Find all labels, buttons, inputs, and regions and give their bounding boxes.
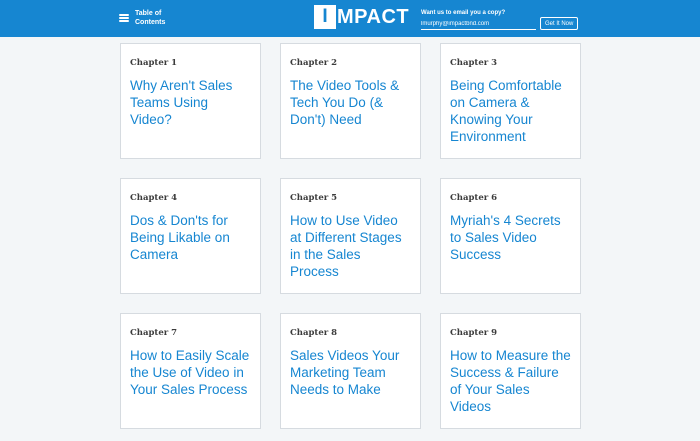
email-input[interactable]: [421, 18, 536, 30]
chapter-title[interactable]: Myriah's 4 Secrets to Sales Video Succes…: [450, 212, 571, 263]
chapter-card-1[interactable]: Chapter 1 Why Aren't Sales Teams Using V…: [120, 43, 261, 159]
impact-logo[interactable]: I MPACT: [314, 5, 409, 29]
chapter-title[interactable]: Why Aren't Sales Teams Using Video?: [130, 77, 251, 128]
chapter-card-3[interactable]: Chapter 3 Being Comfortable on Camera & …: [440, 43, 581, 159]
chapter-label: Chapter 1: [130, 58, 178, 68]
chapter-card-8[interactable]: Chapter 8 Sales Videos Your Marketing Te…: [280, 313, 421, 429]
chapter-card-7[interactable]: Chapter 7 How to Easily Scale the Use of…: [120, 313, 261, 429]
chapter-label: Chapter 4: [130, 193, 178, 203]
chapter-title[interactable]: How to Easily Scale the Use of Video in …: [130, 347, 251, 398]
chapter-label: Chapter 7: [130, 328, 178, 338]
chapter-title[interactable]: How to Measure the Success & Failure of …: [450, 347, 571, 415]
chapter-label: Chapter 5: [290, 193, 338, 203]
chapter-card-2[interactable]: Chapter 2 The Video Tools & Tech You Do …: [280, 43, 421, 159]
chapter-title[interactable]: Dos & Don'ts for Being Likable on Camera: [130, 212, 251, 263]
table-of-contents-label: Table of Contents: [135, 10, 166, 26]
chapter-label: Chapter 8: [290, 328, 338, 338]
chapter-label: Chapter 9: [450, 328, 498, 338]
hamburger-menu-icon: [119, 14, 129, 22]
chapter-label: Chapter 2: [290, 58, 338, 68]
email-row: Get It Now: [421, 17, 581, 30]
chapter-grid: Chapter 1 Why Aren't Sales Teams Using V…: [120, 43, 581, 429]
top-bar: Table of Contents I MPACT Want us to ema…: [0, 0, 700, 37]
email-copy-form: Want us to email you a copy? Get It Now: [421, 9, 581, 30]
chapter-card-5[interactable]: Chapter 5 How to Use Video at Different …: [280, 178, 421, 294]
chapter-title[interactable]: The Video Tools & Tech You Do (& Don't) …: [290, 77, 411, 128]
chapter-card-9[interactable]: Chapter 9 How to Measure the Success & F…: [440, 313, 581, 429]
logo-mark: I: [314, 5, 336, 29]
logo-wordmark: MPACT: [337, 5, 410, 28]
chapter-card-4[interactable]: Chapter 4 Dos & Don'ts for Being Likable…: [120, 178, 261, 294]
chapter-label: Chapter 6: [450, 193, 498, 203]
table-of-contents-button[interactable]: Table of Contents: [119, 9, 175, 27]
chapter-title[interactable]: How to Use Video at Different Stages in …: [290, 212, 411, 280]
get-it-now-button[interactable]: Get It Now: [540, 17, 579, 30]
chapter-card-6[interactable]: Chapter 6 Myriah's 4 Secrets to Sales Vi…: [440, 178, 581, 294]
chapter-title[interactable]: Sales Videos Your Marketing Team Needs t…: [290, 347, 411, 398]
chapter-title[interactable]: Being Comfortable on Camera & Knowing Yo…: [450, 77, 571, 145]
chapter-label: Chapter 3: [450, 58, 498, 68]
email-prompt: Want us to email you a copy?: [421, 10, 506, 16]
